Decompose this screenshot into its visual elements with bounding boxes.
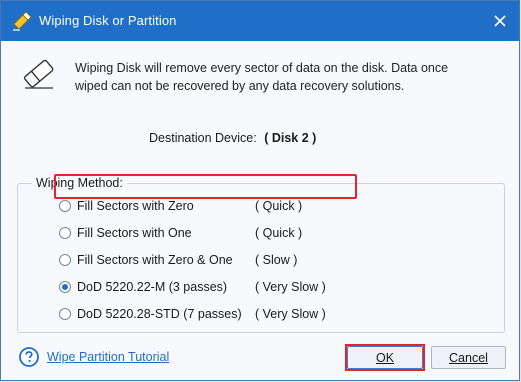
option-dod-7-passes[interactable]: DoD 5220.28-STD (7 passes) ( Very Slow ) xyxy=(59,305,326,323)
option-speed: ( Very Slow ) xyxy=(255,307,326,321)
dialog-title: Wiping Disk or Partition xyxy=(39,13,177,28)
wipe-disk-app-icon xyxy=(13,11,32,31)
destination-label: Destination Device: xyxy=(149,131,257,145)
radio-fill-one[interactable] xyxy=(59,227,71,239)
cancel-button[interactable]: Cancel xyxy=(431,346,506,369)
destination-device: Destination Device: ( Disk 2 ) xyxy=(149,131,316,145)
option-label: DoD 5220.22-M (3 passes) xyxy=(77,280,228,294)
warning-line-2: wiped can not be recovered by any data r… xyxy=(75,79,405,93)
option-dod-3-passes[interactable]: DoD 5220.22-M (3 passes) ( Very Slow ) xyxy=(59,278,326,296)
option-label: DoD 5220.28-STD (7 passes) xyxy=(77,307,242,321)
radio-fill-zero-one[interactable] xyxy=(59,254,71,266)
dialog-content: Wiping Disk will remove every sector of … xyxy=(1,41,519,380)
option-fill-zero-one[interactable]: Fill Sectors with Zero & One ( Slow ) xyxy=(59,251,297,269)
option-fill-one[interactable]: Fill Sectors with One ( Quick ) xyxy=(59,224,302,242)
option-speed: ( Quick ) xyxy=(255,199,303,213)
cancel-button-label: Cancel xyxy=(449,350,488,365)
option-label: Fill Sectors with Zero & One xyxy=(77,253,233,267)
close-button[interactable] xyxy=(491,12,509,30)
destination-value: ( Disk 2 ) xyxy=(264,131,317,145)
option-fill-zero[interactable]: Fill Sectors with Zero ( Quick ) xyxy=(59,197,302,215)
radio-fill-zero[interactable] xyxy=(59,200,71,212)
ok-button-highlight xyxy=(345,344,425,371)
close-icon[interactable] xyxy=(494,15,506,27)
option-speed: ( Very Slow ) xyxy=(255,280,326,294)
wipe-partition-tutorial-link[interactable]: Wipe Partition Tutorial xyxy=(47,350,169,364)
wipe-dialog: Wiping Disk or Partition Wiping Disk wil… xyxy=(0,0,520,381)
radio-dod-7-passes[interactable] xyxy=(59,308,71,320)
eraser-icon xyxy=(23,59,54,89)
option-label: Fill Sectors with Zero xyxy=(77,199,194,213)
option-label: Fill Sectors with One xyxy=(77,226,192,240)
radio-dod-3-passes[interactable] xyxy=(59,281,71,293)
option-speed: ( Quick ) xyxy=(255,226,303,240)
help-icon[interactable] xyxy=(19,347,39,367)
option-speed: ( Slow ) xyxy=(255,253,298,267)
warning-message: Wiping Disk will remove every sector of … xyxy=(75,59,495,95)
selected-option-highlight xyxy=(54,174,357,199)
warning-line-1: Wiping Disk will remove every sector of … xyxy=(75,61,449,75)
title-bar[interactable]: Wiping Disk or Partition xyxy=(1,1,519,41)
